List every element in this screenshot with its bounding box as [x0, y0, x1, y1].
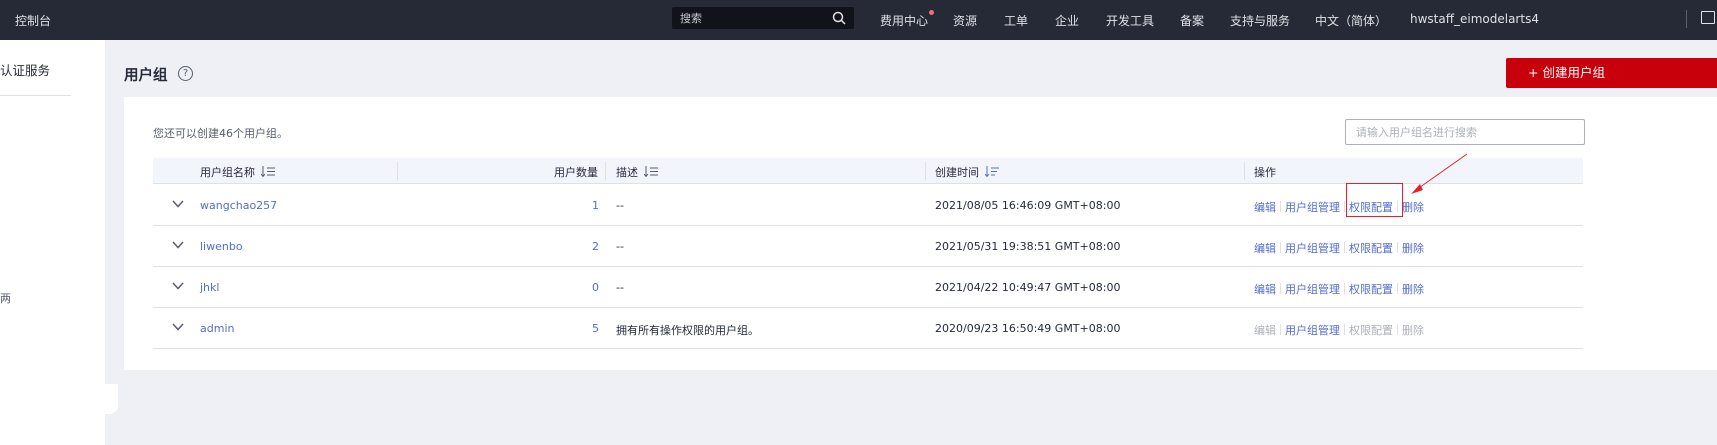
- group-name-link[interactable]: admin: [200, 322, 234, 335]
- user-count-link[interactable]: 1: [592, 199, 599, 212]
- created-time: 2021/04/22 10:49:47 GMT+08:00: [935, 281, 1121, 294]
- table-row: liwenbo 2 -- 2021/05/31 19:38:51 GMT+08:…: [153, 226, 1583, 267]
- row-operations: 编辑 用户组管理 权限配置 删除: [1254, 240, 1424, 256]
- op-separator: [1397, 242, 1398, 253]
- op-separator: [1344, 201, 1345, 212]
- created-time: 2020/09/23 16:50:49 GMT+08:00: [935, 322, 1121, 335]
- nav-filing[interactable]: 备案: [1180, 12, 1204, 29]
- manage-group-link[interactable]: 用户组管理: [1285, 242, 1340, 255]
- op-separator: [1280, 283, 1281, 294]
- global-search-input[interactable]: [672, 7, 827, 29]
- table-row: jhkl 0 -- 2021/04/22 10:49:47 GMT+08:00 …: [153, 267, 1583, 308]
- table-row: admin 5 拥有所有操作权限的用户组。 2020/09/23 16:50:4…: [153, 308, 1583, 349]
- op-separator: [1397, 324, 1398, 335]
- manage-group-link[interactable]: 用户组管理: [1285, 283, 1340, 296]
- delete-link-disabled: 删除: [1402, 324, 1424, 337]
- nav-billing-center-label: 费用中心: [880, 14, 929, 28]
- topbar-divider: [1686, 10, 1687, 28]
- column-divider[interactable]: [925, 162, 926, 180]
- table-header: 用户组名称 用户数量 描述 创建时间 操作: [153, 158, 1583, 184]
- column-header-description-label: 描述: [616, 166, 638, 179]
- edit-link-disabled: 编辑: [1254, 324, 1276, 337]
- edit-link[interactable]: 编辑: [1254, 283, 1276, 296]
- menu-item-fragment[interactable]: 两: [0, 290, 11, 306]
- notification-dot: [929, 10, 935, 15]
- op-separator: [1280, 201, 1281, 212]
- group-search-box[interactable]: [1345, 119, 1585, 145]
- page-title: 用户组: [124, 68, 168, 84]
- group-search-input[interactable]: [1346, 120, 1584, 144]
- group-description: --: [616, 199, 624, 212]
- op-separator: [1280, 324, 1281, 335]
- column-header-count: 用户数量: [554, 166, 598, 179]
- sort-desc-icon[interactable]: [985, 166, 1000, 177]
- user-count-link[interactable]: 0: [592, 281, 599, 294]
- group-description: 拥有所有操作权限的用户组。: [616, 324, 759, 337]
- op-separator: [1344, 242, 1345, 253]
- column-divider[interactable]: [397, 162, 398, 180]
- column-divider[interactable]: [1244, 162, 1245, 180]
- created-time: 2021/05/31 19:38:51 GMT+08:00: [935, 240, 1121, 253]
- column-divider[interactable]: [605, 162, 606, 180]
- quota-hint: 您还可以创建46个用户组。: [153, 127, 288, 140]
- delete-link[interactable]: 删除: [1402, 201, 1424, 214]
- service-side-menu: 认证服务 两: [0, 40, 105, 445]
- column-header-name[interactable]: 用户组名称: [200, 164, 276, 180]
- row-operations: 编辑 用户组管理 权限配置 删除: [1254, 322, 1424, 338]
- group-description: --: [616, 240, 624, 253]
- edit-link[interactable]: 编辑: [1254, 242, 1276, 255]
- delete-link[interactable]: 删除: [1402, 283, 1424, 296]
- group-description: --: [616, 281, 624, 294]
- edit-link[interactable]: 编辑: [1254, 201, 1276, 214]
- op-separator: [1280, 242, 1281, 253]
- permission-config-link-disabled: 权限配置: [1349, 324, 1393, 337]
- nav-tickets[interactable]: 工单: [1004, 12, 1028, 29]
- menu-collapse-handle[interactable]: [100, 384, 118, 414]
- permission-config-link[interactable]: 权限配置: [1349, 242, 1393, 255]
- nav-billing-center[interactable]: 费用中心: [880, 10, 935, 29]
- created-time: 2021/08/05 16:46:09 GMT+08:00: [935, 199, 1121, 212]
- console-home-link[interactable]: 控制台: [15, 12, 51, 29]
- column-header-created[interactable]: 创建时间: [935, 164, 1000, 180]
- manage-group-link[interactable]: 用户组管理: [1285, 201, 1340, 214]
- permission-config-link[interactable]: 权限配置: [1349, 283, 1393, 296]
- global-search[interactable]: [672, 7, 854, 29]
- column-header-name-label: 用户组名称: [200, 166, 255, 179]
- nav-enterprise[interactable]: 企业: [1055, 12, 1079, 29]
- chevron-down-icon[interactable]: [172, 323, 184, 331]
- delete-link[interactable]: 删除: [1402, 242, 1424, 255]
- chevron-down-icon[interactable]: [172, 282, 184, 290]
- op-separator: [1344, 324, 1345, 335]
- cloud-shell-icon[interactable]: [1701, 11, 1715, 24]
- create-user-group-button[interactable]: + 创建用户组: [1506, 58, 1717, 88]
- top-navigation-bar: 控制台 费用中心 资源 工单 企业 开发工具 备案 支持与服务 中文（简体） h…: [0, 0, 1717, 40]
- language-switcher[interactable]: 中文（简体）: [1315, 12, 1387, 29]
- annotation-arrow-icon: [1411, 153, 1468, 194]
- user-count-link[interactable]: 2: [592, 240, 599, 253]
- chevron-down-icon[interactable]: [172, 241, 184, 249]
- help-icon[interactable]: ?: [178, 66, 193, 81]
- search-icon[interactable]: [832, 11, 846, 25]
- column-header-operations: 操作: [1254, 166, 1276, 179]
- account-menu[interactable]: hwstaff_eimodelarts4: [1410, 12, 1539, 26]
- row-operations: 编辑 用户组管理 权限配置 删除: [1254, 281, 1424, 297]
- column-header-created-label: 创建时间: [935, 166, 979, 179]
- op-separator: [1344, 283, 1345, 294]
- chevron-down-icon[interactable]: [172, 200, 184, 208]
- nav-support[interactable]: 支持与服务: [1230, 12, 1290, 29]
- column-header-description[interactable]: 描述: [616, 164, 659, 180]
- op-separator: [1397, 283, 1398, 294]
- nav-developer-tools[interactable]: 开发工具: [1106, 12, 1154, 29]
- sort-icon[interactable]: [644, 166, 659, 177]
- group-name-link[interactable]: jhkl: [200, 281, 219, 294]
- menu-divider: [0, 95, 71, 96]
- highlight-box: [1346, 183, 1403, 217]
- service-menu-title[interactable]: 认证服务: [0, 60, 50, 79]
- group-name-link[interactable]: wangchao257: [200, 199, 277, 212]
- user-count-link[interactable]: 5: [592, 322, 599, 335]
- group-name-link[interactable]: liwenbo: [200, 240, 243, 253]
- manage-group-link[interactable]: 用户组管理: [1285, 324, 1340, 337]
- nav-resources[interactable]: 资源: [953, 12, 977, 29]
- sort-icon[interactable]: [261, 166, 276, 177]
